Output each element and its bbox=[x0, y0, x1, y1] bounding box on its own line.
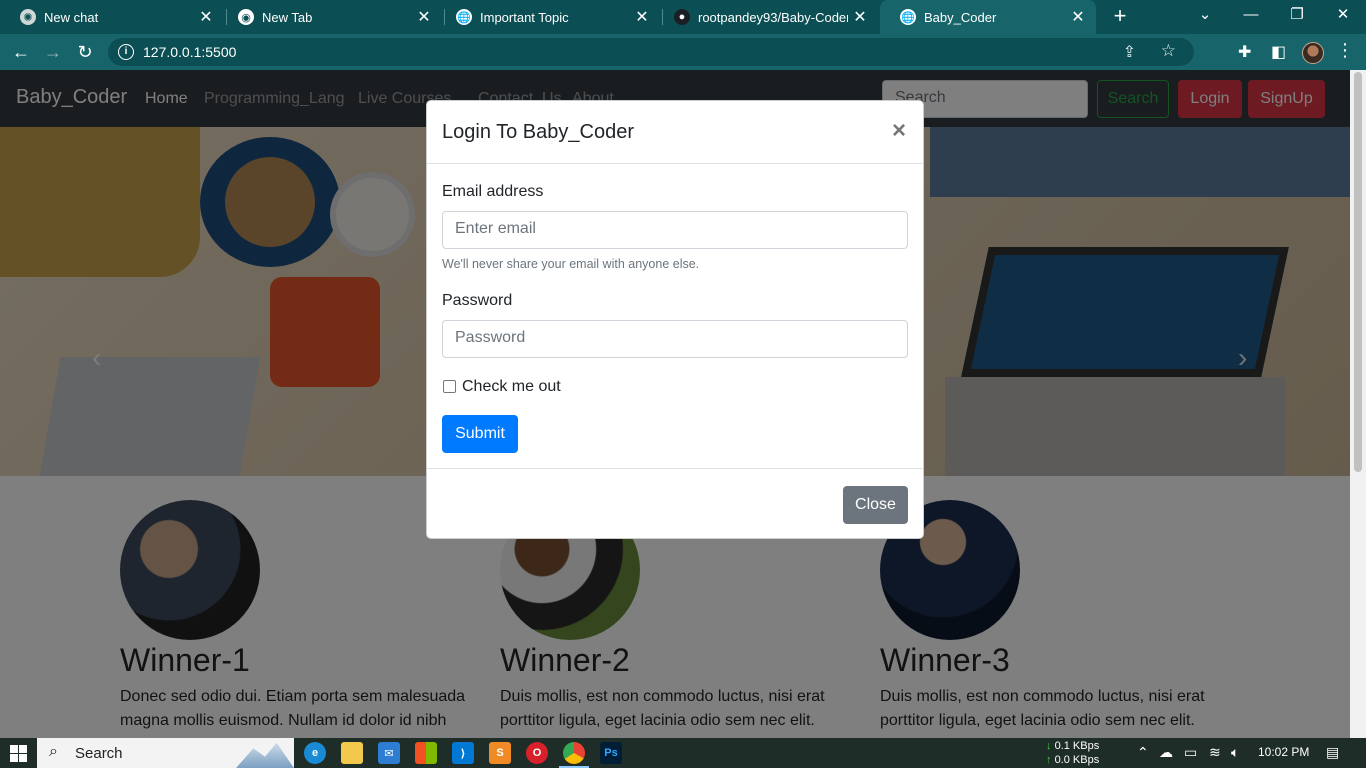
back-arrow-icon[interactable]: ← bbox=[8, 39, 34, 65]
profile-avatar[interactable] bbox=[1302, 42, 1324, 64]
tab-important-topic[interactable]: 🌐 Important Topic ✕ bbox=[436, 0, 660, 34]
tab-search-chevron-icon[interactable]: ⌄ bbox=[1182, 0, 1228, 34]
modal-header: Login To Baby_Coder × bbox=[427, 101, 923, 164]
battery-icon[interactable]: ▭ bbox=[1184, 744, 1197, 761]
scrollbar-thumb[interactable] bbox=[1354, 72, 1362, 472]
restore-icon[interactable]: ❐ bbox=[1274, 0, 1320, 34]
tab-label: New Tab bbox=[262, 9, 313, 25]
submit-button[interactable]: Submit bbox=[442, 415, 518, 453]
password-field[interactable]: Password bbox=[442, 320, 908, 358]
forward-arrow-icon[interactable]: → bbox=[40, 39, 66, 65]
chrome-icon: ◉ bbox=[238, 9, 254, 25]
email-help-text: We'll never share your email with anyone… bbox=[442, 257, 700, 271]
search-highlight-image bbox=[236, 742, 294, 768]
globe-icon: 🌐 bbox=[456, 9, 472, 25]
windows-taskbar: ⌕ Search e ✉ ⟩ S O Ps ↓ 0.1 KBps ↑ 0.0 K… bbox=[0, 738, 1366, 768]
page-scrollbar[interactable] bbox=[1350, 70, 1366, 738]
site-info-icon[interactable]: i bbox=[118, 44, 134, 60]
url-text: 127.0.0.1:5500 bbox=[143, 44, 237, 60]
sublime-text-icon[interactable]: S bbox=[489, 742, 511, 764]
bookmark-star-icon[interactable]: ☆ bbox=[1161, 41, 1176, 61]
chrome-taskbar-icon[interactable] bbox=[559, 742, 589, 768]
new-tab-plus-icon[interactable]: + bbox=[1108, 4, 1132, 28]
close-icon[interactable]: ✕ bbox=[630, 7, 654, 27]
taskbar-search-label: Search bbox=[75, 745, 123, 762]
menu-kebab-icon[interactable]: ⋮ bbox=[1336, 40, 1354, 61]
github-icon: ● bbox=[674, 9, 690, 25]
side-panel-icon[interactable]: ◧ bbox=[1271, 42, 1286, 62]
network-speed-meter: ↓ 0.1 KBps ↑ 0.0 KBps bbox=[1046, 740, 1100, 766]
ms-store-icon[interactable] bbox=[415, 742, 437, 764]
search-icon: ⌕ bbox=[49, 743, 58, 760]
edge-icon[interactable]: e bbox=[304, 742, 326, 764]
close-icon[interactable]: ✕ bbox=[1066, 7, 1090, 27]
address-toolbar: ← → ↻ i 127.0.0.1:5500 ⇪ ☆ ✚ ◧ ⋮ bbox=[0, 34, 1366, 70]
email-field[interactable]: Enter email bbox=[442, 211, 908, 249]
windows-start-icon[interactable] bbox=[10, 745, 27, 762]
opera-icon[interactable]: O bbox=[526, 742, 548, 764]
onedrive-cloud-icon[interactable]: ☁ bbox=[1159, 744, 1173, 761]
modal-footer: Close bbox=[427, 469, 923, 538]
tab-baby-coder[interactable]: 🌐 Baby_Coder ✕ bbox=[880, 0, 1096, 34]
modal-close-x-icon[interactable]: × bbox=[892, 117, 906, 145]
tab-label: New chat bbox=[44, 9, 99, 25]
minimize-icon[interactable]: — bbox=[1228, 0, 1274, 34]
globe-icon: 🌐 bbox=[900, 9, 916, 25]
vscode-icon[interactable]: ⟩ bbox=[452, 742, 474, 764]
tab-new-chat[interactable]: ✺ New chat ✕ bbox=[0, 0, 224, 34]
browser-tab-strip: ✺ New chat ✕ ◉ New Tab ✕ 🌐 Important Top… bbox=[0, 0, 1366, 34]
close-icon[interactable]: ✕ bbox=[412, 7, 436, 27]
check-me-out-checkbox[interactable] bbox=[443, 380, 456, 393]
file-explorer-icon[interactable] bbox=[341, 742, 363, 764]
tab-label: rootpandey93/Baby-Coder-B bbox=[698, 9, 848, 25]
extensions-puzzle-icon[interactable]: ✚ bbox=[1238, 42, 1251, 62]
password-label: Password bbox=[442, 292, 513, 309]
modal-title: Login To Baby_Coder bbox=[442, 121, 634, 143]
share-icon[interactable]: ⇪ bbox=[1123, 42, 1136, 62]
modal-body: Email address Enter email We'll never sh… bbox=[427, 164, 923, 469]
mail-icon[interactable]: ✉ bbox=[378, 742, 400, 764]
tab-label: Important Topic bbox=[480, 9, 569, 25]
tab-github-repo[interactable]: ● rootpandey93/Baby-Coder-B ✕ bbox=[654, 0, 878, 34]
close-icon[interactable]: ✕ bbox=[194, 7, 218, 27]
login-modal: Login To Baby_Coder × Email address Ente… bbox=[426, 100, 924, 539]
taskbar-clock[interactable]: 10:02 PM bbox=[1258, 745, 1309, 759]
wifi-icon[interactable]: ≋ bbox=[1209, 744, 1221, 761]
tab-new-tab[interactable]: ◉ New Tab ✕ bbox=[218, 0, 442, 34]
email-label: Email address bbox=[442, 183, 544, 200]
tray-chevron-up-icon[interactable]: ⌃ bbox=[1137, 744, 1149, 761]
close-icon[interactable]: ✕ bbox=[848, 7, 872, 27]
chatgpt-icon: ✺ bbox=[20, 9, 36, 25]
address-bar[interactable]: i 127.0.0.1:5500 ⇪ ☆ bbox=[108, 38, 1194, 66]
reload-icon[interactable]: ↻ bbox=[72, 39, 98, 65]
photoshop-icon[interactable]: Ps bbox=[600, 742, 622, 764]
window-close-icon[interactable]: ✕ bbox=[1320, 0, 1366, 34]
tab-label: Baby_Coder bbox=[924, 9, 997, 25]
checkbox-label[interactable]: Check me out bbox=[462, 378, 561, 396]
notifications-icon[interactable]: ▤ bbox=[1326, 744, 1339, 761]
volume-icon[interactable]: 🔈︎ bbox=[1231, 744, 1239, 761]
close-button[interactable]: Close bbox=[843, 486, 908, 524]
taskbar-search-box[interactable]: ⌕ Search bbox=[37, 738, 294, 768]
